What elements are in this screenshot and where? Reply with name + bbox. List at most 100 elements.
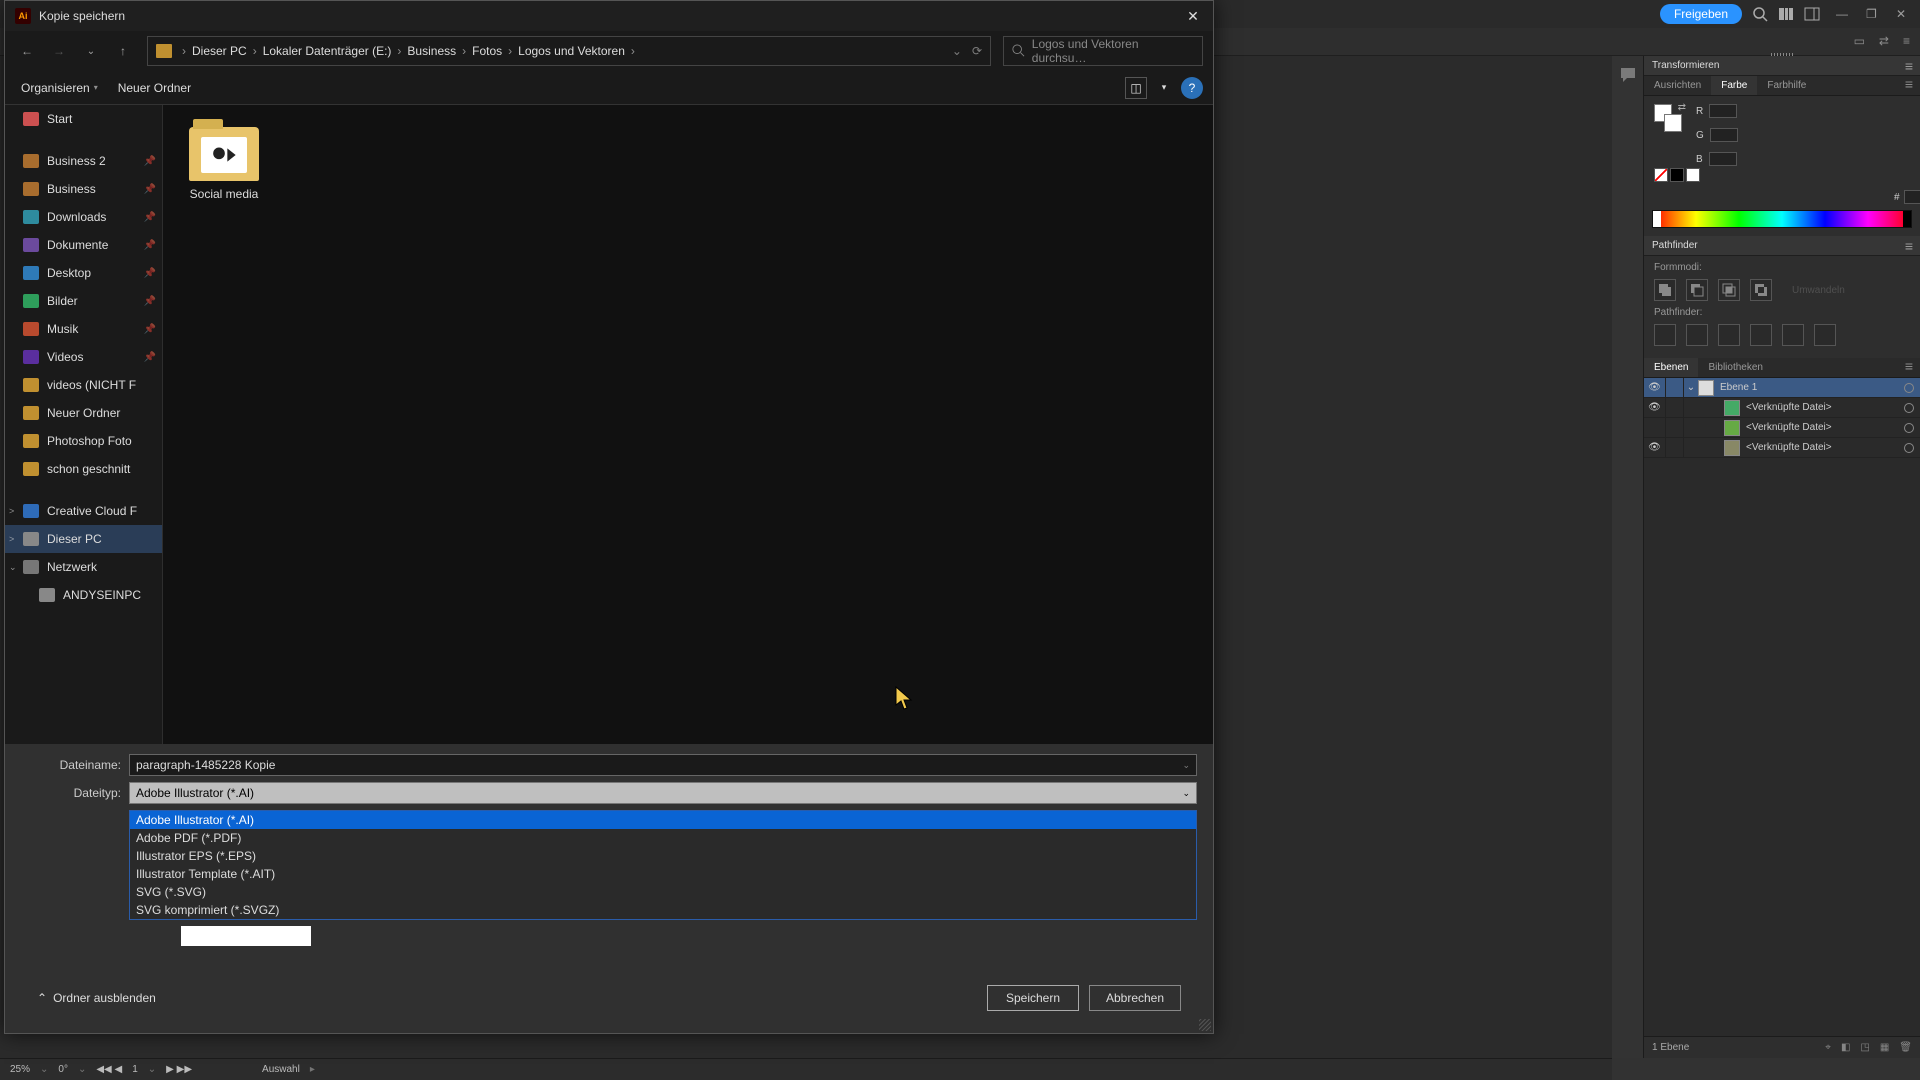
search-icon[interactable] <box>1752 6 1768 22</box>
sidebar-item[interactable]: schon geschnitt <box>5 455 162 483</box>
expander-icon[interactable]: > <box>9 534 14 544</box>
crop-button[interactable] <box>1750 324 1772 346</box>
sidebar-item[interactable]: Neuer Ordner <box>5 399 162 427</box>
panel-menu-icon[interactable]: ≡ <box>1905 76 1914 92</box>
layer-row[interactable]: 👁 <Verknüpfte Datei> <box>1644 398 1920 418</box>
new-folder-button[interactable]: Neuer Ordner <box>118 81 191 95</box>
sidebar-item-start[interactable]: Start <box>5 105 162 133</box>
tab-align[interactable]: Ausrichten <box>1644 76 1711 95</box>
filetype-dropdown[interactable]: Adobe Illustrator (*.AI)Adobe PDF (*.PDF… <box>129 810 1197 920</box>
layer-row[interactable]: 👁 ⌄ Ebene 1 <box>1644 378 1920 398</box>
layers-panel[interactable]: 👁 ⌄ Ebene 1 👁 <Verknüpfte Datei> <box>1644 378 1920 1036</box>
sidebar-tree-item[interactable]: > Creative Cloud F <box>5 497 162 525</box>
panel-toggle-icon[interactable]: ▭ <box>1854 34 1865 48</box>
filetype-option[interactable]: SVG komprimiert (*.SVGZ) <box>130 901 1196 919</box>
save-button[interactable]: Speichern <box>987 985 1079 1011</box>
trim-button[interactable] <box>1686 324 1708 346</box>
minus-front-button[interactable] <box>1686 279 1708 301</box>
zoom-field[interactable]: 25% <box>10 1064 30 1075</box>
refresh-icon[interactable]: ⟳ <box>972 44 982 58</box>
sidebar-item[interactable]: Desktop 📌 <box>5 259 162 287</box>
tab-layers[interactable]: Ebenen <box>1644 358 1698 377</box>
empty-input[interactable] <box>181 926 311 946</box>
transform-panel-header[interactable]: Transformieren ≡ <box>1644 56 1920 76</box>
cancel-button[interactable]: Abbrechen <box>1089 985 1181 1011</box>
sidebar-item[interactable]: Business 2 📌 <box>5 147 162 175</box>
file-pane[interactable]: Social media <box>163 105 1213 744</box>
target-icon[interactable] <box>1904 423 1914 433</box>
breadcrumb[interactable]: › Dieser PC› Lokaler Datenträger (E:)› B… <box>147 36 991 66</box>
filetype-option[interactable]: Illustrator EPS (*.EPS) <box>130 847 1196 865</box>
merge-button[interactable] <box>1718 324 1740 346</box>
pin-icon[interactable]: 📌 <box>144 184 156 195</box>
visibility-icon[interactable]: 👁 <box>1644 398 1666 417</box>
breadcrumb-segment[interactable]: Fotos <box>468 42 506 60</box>
swap-icon[interactable]: ⇄ <box>1678 102 1686 113</box>
mini-swatches[interactable] <box>1654 168 1700 182</box>
panel-toggle2-icon[interactable]: ⇄ <box>1879 34 1889 48</box>
expand-button[interactable]: Umwandeln <box>1792 285 1845 296</box>
close-icon[interactable]: ✕ <box>1183 6 1203 26</box>
outline-button[interactable] <box>1782 324 1804 346</box>
fill-stroke-swatches[interactable]: ⇄ <box>1654 104 1682 148</box>
artboard-nav[interactable]: ▶ ▶▶ <box>166 1064 192 1075</box>
sidebar-item[interactable]: Bilder 📌 <box>5 287 162 315</box>
target-icon[interactable] <box>1904 383 1914 393</box>
intersect-button[interactable] <box>1718 279 1740 301</box>
pin-icon[interactable]: 📌 <box>144 156 156 167</box>
hide-folders-button[interactable]: ⌃ Ordner ausblenden <box>37 991 156 1005</box>
sidebar-tree-item[interactable]: > Dieser PC <box>5 525 162 553</box>
r-input[interactable] <box>1709 104 1737 118</box>
visibility-icon[interactable]: 👁 <box>1644 438 1666 457</box>
unite-button[interactable] <box>1654 279 1676 301</box>
forward-button[interactable]: → <box>47 39 71 63</box>
expander-icon[interactable]: > <box>9 506 14 516</box>
pin-icon[interactable]: 📌 <box>144 324 156 335</box>
delete-icon[interactable]: 🗑 <box>1899 1042 1912 1053</box>
locate-icon[interactable]: ⌖ <box>1825 1042 1831 1053</box>
panel-menu-icon[interactable]: ≡ <box>1903 34 1910 48</box>
dialog-titlebar[interactable]: Ai Kopie speichern ✕ <box>5 1 1213 31</box>
sidebar-item[interactable]: Photoshop Foto <box>5 427 162 455</box>
share-button[interactable]: Freigeben <box>1660 4 1742 24</box>
chevron-down-icon[interactable]: ⌄ <box>1182 760 1190 771</box>
filetype-option[interactable]: Adobe Illustrator (*.AI) <box>130 811 1196 829</box>
history-chevron-icon[interactable]: ⌄ <box>952 44 962 58</box>
new-sublayer-icon[interactable]: ◳ <box>1860 1042 1869 1053</box>
clip-icon[interactable]: ◧ <box>1841 1042 1850 1053</box>
view-mode-button[interactable]: ◫ <box>1125 77 1147 99</box>
layer-row[interactable]: 👁 <Verknüpfte Datei> <box>1644 438 1920 458</box>
b-input[interactable] <box>1709 152 1737 166</box>
resize-grip[interactable] <box>1199 1019 1211 1031</box>
rotation-field[interactable]: 0° <box>58 1064 68 1075</box>
color-spectrum[interactable] <box>1652 210 1912 228</box>
new-layer-icon[interactable]: ▦ <box>1880 1042 1889 1053</box>
pin-icon[interactable]: 📌 <box>144 212 156 223</box>
target-icon[interactable] <box>1904 443 1914 453</box>
divide-button[interactable] <box>1654 324 1676 346</box>
layer-row[interactable]: <Verknüpfte Datei> <box>1644 418 1920 438</box>
comment-icon[interactable] <box>1619 66 1637 84</box>
search-input[interactable]: Logos und Vektoren durchsu… <box>1003 36 1203 66</box>
filename-input[interactable]: paragraph-1485228 Kopie ⌄ <box>129 754 1197 776</box>
target-icon[interactable] <box>1904 403 1914 413</box>
artboard-nav[interactable]: ◀◀ ◀ <box>96 1064 122 1075</box>
breadcrumb-segment[interactable]: Business <box>403 42 460 60</box>
tab-colorguide[interactable]: Farbhilfe <box>1757 76 1816 95</box>
view-mode-chevron[interactable]: ▾ <box>1153 77 1175 99</box>
filetype-option[interactable]: Adobe PDF (*.PDF) <box>130 829 1196 847</box>
sidebar-tree-item[interactable]: ⌄ Netzwerk <box>5 553 162 581</box>
back-button[interactable]: ← <box>15 39 39 63</box>
workspace-icon[interactable] <box>1804 6 1820 22</box>
expander-icon[interactable]: ⌄ <box>9 562 17 573</box>
tab-color[interactable]: Farbe <box>1711 76 1757 95</box>
window-minimize-icon[interactable]: — <box>1836 7 1850 21</box>
visibility-icon[interactable]: 👁 <box>1644 378 1666 397</box>
recent-chevron-icon[interactable]: ⌄ <box>79 39 103 63</box>
sidebar-tree-item[interactable]: ANDYSEINPC <box>5 581 162 609</box>
arrange-icon[interactable] <box>1778 6 1794 22</box>
folder-item[interactable]: Social media <box>179 121 269 207</box>
disclosure-icon[interactable]: ⌄ <box>1684 382 1698 393</box>
panel-menu-icon[interactable]: ≡ <box>1905 58 1914 74</box>
hex-input[interactable] <box>1904 190 1920 204</box>
